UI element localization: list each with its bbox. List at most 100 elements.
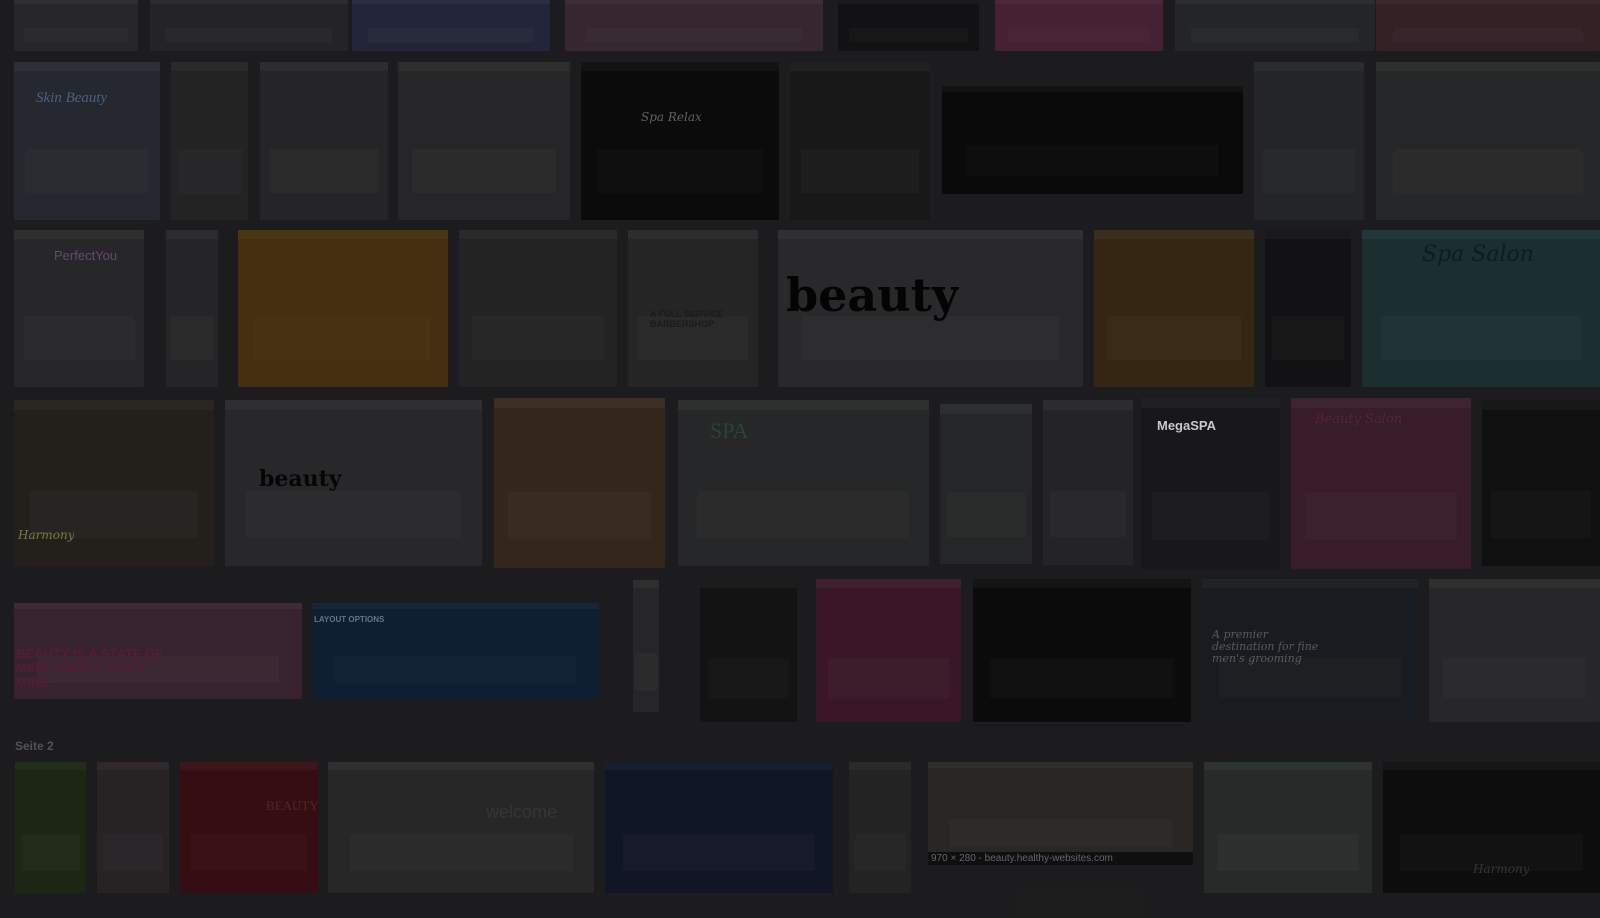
thumbnail-header-strip [633, 580, 659, 588]
thumbnail-caption: BEAUTY IS A STATE OF MIND, SIMPLY DON'T … [16, 647, 164, 690]
thumbnail-content-block [1050, 491, 1126, 537]
thumbnail-content-block [24, 316, 133, 360]
thumbnail-content-block [1381, 316, 1581, 360]
thumbnail-megaspa[interactable]: MegaSPA [1141, 398, 1280, 569]
thumbnail-header-strip [14, 0, 138, 4]
thumbnail-header-strip [1482, 400, 1600, 410]
thumbnail-content-block [947, 492, 1024, 537]
thumbnail-header-strip [166, 230, 218, 239]
thumbnail-header-strip [565, 0, 823, 4]
thumbnail-row1-b[interactable] [171, 62, 248, 220]
thumbnail-row1-i[interactable] [1376, 62, 1600, 220]
thumbnail-content-block [335, 656, 576, 683]
thumbnail-welcome[interactable]: welcome [328, 762, 594, 893]
thumbnail-row2-b[interactable] [166, 230, 218, 387]
thumbnail-header-strip [97, 762, 169, 770]
thumbnail-p2-b[interactable] [97, 762, 169, 893]
thumbnail-header-strip [494, 398, 665, 408]
thumbnail-p2-a[interactable] [15, 762, 86, 893]
thumbnail-header-strip [1291, 398, 1471, 408]
thumbnail-row3-e[interactable] [940, 404, 1032, 564]
thumbnail-caption: A FULL SERVICE BARBERSHOP [650, 310, 724, 329]
thumbnail-spa-stones[interactable]: SPA [678, 400, 929, 566]
thumbnail-beauty-salon[interactable]: Beauty Salon [1291, 398, 1471, 569]
thumbnail-caption: PerfectYou [54, 248, 118, 263]
thumbnail-header-strip [928, 762, 1193, 768]
thumbnail-row3-c[interactable] [494, 398, 665, 568]
thumbnail-caption: Beauty Salon [1315, 412, 1403, 427]
thumbnail-row0-e[interactable] [838, 0, 979, 51]
thumbnail-header-strip [150, 0, 348, 4]
thumbnail-row4-c[interactable] [633, 580, 659, 712]
thumbnail-row4-h[interactable] [1429, 579, 1600, 722]
thumbnail-header-strip [1265, 230, 1351, 239]
thumbnail-caption: A premier destination for fine men's gro… [1212, 629, 1319, 666]
thumbnail-row1-d[interactable] [398, 62, 570, 220]
thumbnail-header-strip [1204, 762, 1372, 770]
thumbnail-row1-f[interactable] [790, 62, 930, 220]
thumbnail-caption: Skin Beauty [36, 90, 108, 106]
thumbnail-row2-h[interactable] [1265, 230, 1351, 387]
thumbnail-hair-banner[interactable] [942, 86, 1243, 194]
thumbnail-row2-c[interactable] [238, 230, 448, 387]
thumbnail-state-of-mind[interactable]: BEAUTY IS A STATE OF MIND, SIMPLY DON'T … [14, 603, 302, 699]
thumbnail-header-strip [628, 230, 758, 239]
thumbnail-content-block [1008, 28, 1149, 42]
thumbnail-spa-relax[interactable]: Spa Relax [581, 62, 779, 220]
thumbnail-row4-e[interactable] [816, 579, 961, 722]
thumbnail-layout-options[interactable]: LAYOUT OPTIONS [312, 603, 599, 699]
thumbnail-row4-f[interactable] [973, 579, 1191, 722]
thumbnail-row0-d[interactable] [565, 0, 823, 51]
thumbnail-p2-e[interactable] [605, 762, 833, 893]
thumbnail-content-block [1263, 149, 1355, 193]
thumbnail-content-block [1443, 658, 1587, 698]
thumbnail-header-strip [14, 400, 214, 410]
thumbnail-row4-d[interactable] [700, 579, 797, 722]
thumbnail-spa-salon[interactable]: Spa Salon [1362, 230, 1600, 387]
thumbnail-perfect-you[interactable]: PerfectYou [14, 230, 144, 387]
thumbnail-row1-h[interactable] [1254, 62, 1364, 220]
thumbnail-header-strip [328, 762, 594, 770]
thumbnail-content-block [1107, 316, 1241, 360]
thumbnail-shop-front[interactable] [1204, 762, 1372, 893]
thumbnail-caption: Spa Salon [1422, 242, 1534, 267]
thumbnail-content-block [1217, 834, 1358, 871]
thumbnail-healthy-websites[interactable] [928, 762, 1193, 865]
thumbnail-beauty-logo[interactable]: beauty [778, 230, 1083, 387]
thumbnail-row2-g[interactable] [1094, 230, 1254, 387]
thumbnail-content-block [854, 834, 906, 871]
thumbnail-harmony[interactable]: Harmony [14, 400, 214, 566]
thumbnail-premier-grooming[interactable]: A premier destination for fine men's gro… [1202, 579, 1418, 722]
thumbnail-row3-f[interactable] [1043, 400, 1133, 565]
thumbnail-content-block [586, 28, 803, 42]
page-label: Seite 2 [15, 739, 54, 753]
thumbnail-row3-i[interactable] [1482, 400, 1600, 566]
thumbnail-caption: MegaSPA [1157, 418, 1216, 433]
thumbnail-row0-h[interactable] [1376, 0, 1600, 51]
thumbnail-beauty-2[interactable]: beauty [225, 400, 482, 566]
thumbnail-header-strip [1362, 230, 1600, 239]
thumbnail-caption: Harmony [18, 528, 75, 542]
thumbnail-caption: Spa Relax [641, 110, 702, 124]
thumbnail-caption: LAYOUT OPTIONS [314, 615, 385, 624]
thumbnail-caption: BEAUTY [266, 798, 318, 813]
thumbnail-row0-g[interactable] [1175, 0, 1375, 51]
thumbnail-content-block [21, 834, 81, 871]
thumbnail-row0-b[interactable] [150, 0, 348, 51]
thumbnail-skin-beauty[interactable]: Skin Beauty [14, 62, 160, 220]
thumbnail-row2-d[interactable] [459, 230, 617, 387]
thumbnail-content-block [1491, 491, 1590, 537]
thumbnail-content-block [966, 145, 1219, 175]
thumbnail-content-block [246, 491, 462, 537]
thumbnail-row0-a[interactable] [14, 0, 138, 51]
thumbnail-harmony-dark[interactable]: Harmony [1383, 762, 1600, 893]
thumbnail-row0-c[interactable] [352, 0, 550, 51]
thumbnail-row0-f[interactable] [995, 0, 1163, 51]
thumbnail-content-block [255, 316, 431, 360]
thumbnail-p2-c[interactable]: BEAUTY [180, 762, 318, 893]
thumbnail-header-strip [1094, 230, 1254, 239]
thumbnail-barbershop[interactable]: A FULL SERVICE BARBERSHOP [628, 230, 758, 387]
thumbnail-content-block [990, 658, 1173, 698]
thumbnail-p2-f[interactable] [849, 762, 911, 893]
thumbnail-row1-c[interactable] [260, 62, 388, 220]
